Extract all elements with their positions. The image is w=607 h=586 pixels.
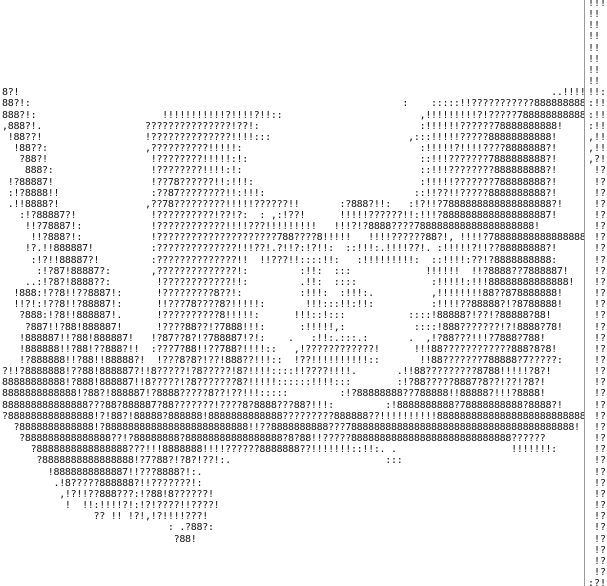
right-edge-characters: !!! !! !! !! !! !! !! !! !!: :!! :!! :!!… [588,0,607,586]
ascii-art-block: 8?! ..!!!!!???? 88?!: : :::::!!?????????… [2,87,607,545]
right-edge-column: !!! !! !! !! !! !! !! !! !!: :!! :!! :!!… [584,0,607,586]
ascii-art-viewport: 8?! ..!!!!!???? 88?!: : :::::!!?????????… [0,0,607,586]
